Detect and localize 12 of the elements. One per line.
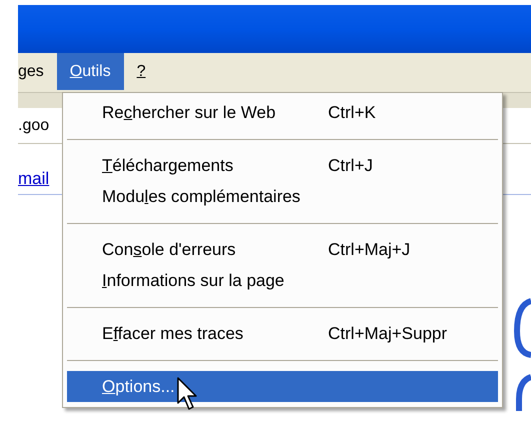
menu-item[interactable]: Console d'erreurs Ctrl+Maj+J [67, 234, 498, 265]
menu-item[interactable]: Effacer mes traces Ctrl+Maj+Suppr [67, 318, 498, 349]
menu-bar-item[interactable]: Outils [56, 53, 124, 90]
menu-item[interactable]: Rechercher sur le Web Ctrl+K [67, 97, 498, 128]
menu-item[interactable]: Téléchargements Ctrl+J [67, 150, 498, 181]
menu-item[interactable]: Modules complémentaires [67, 181, 498, 212]
menu-bar-item[interactable]: ? [124, 53, 159, 90]
menu-bar-item[interactable]: ges [18, 53, 57, 90]
address-field[interactable]: .goo [18, 114, 50, 138]
menu-item[interactable]: Options... [67, 371, 498, 402]
menu-item[interactable]: Informations sur la page [67, 265, 498, 296]
mail-link[interactable]: mail [18, 169, 50, 188]
